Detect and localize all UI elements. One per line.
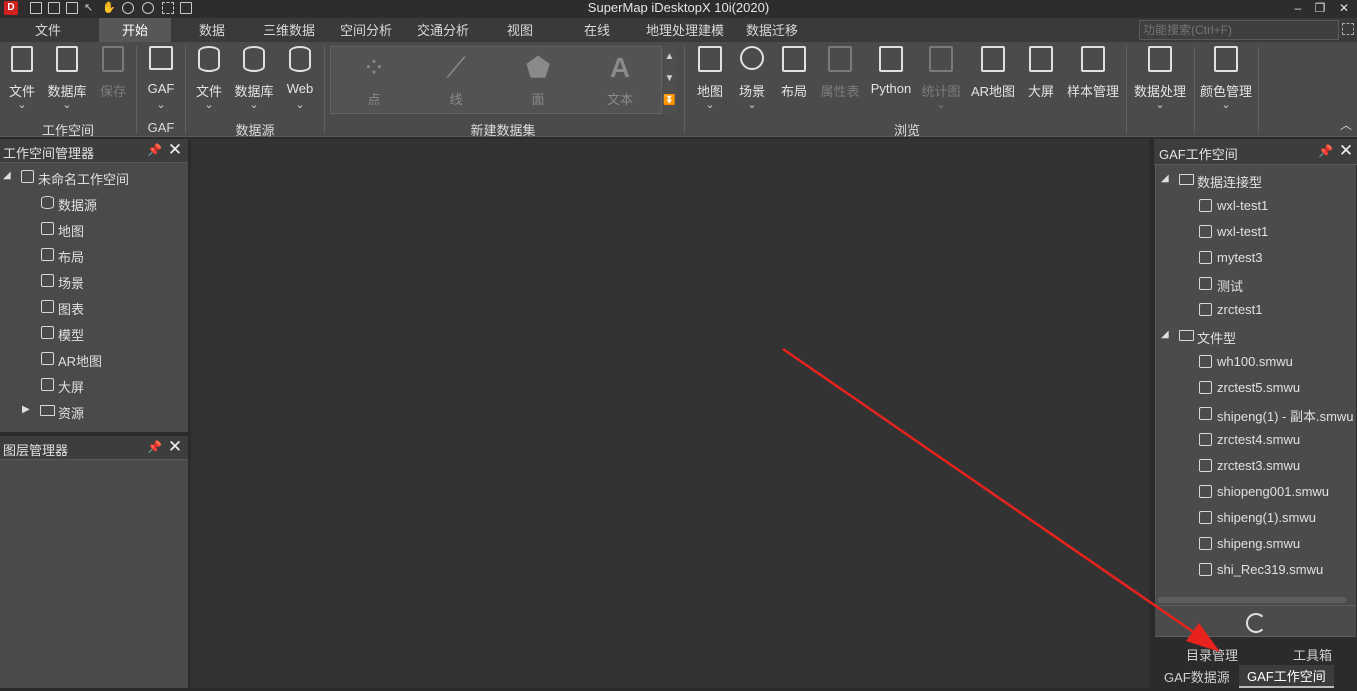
- annotation-arrow-shaft: [782, 347, 1206, 642]
- annotation-arrow-head: [1186, 623, 1220, 652]
- annotation-arrow: [782, 347, 1220, 652]
